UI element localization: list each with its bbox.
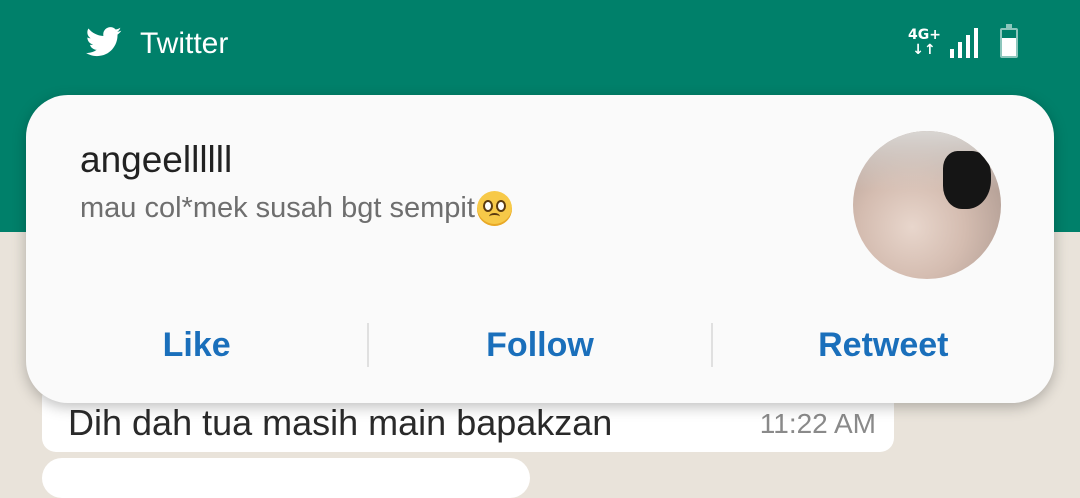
network-type: 4G+ xyxy=(908,27,941,43)
signal-icon xyxy=(950,26,978,58)
emoji-eye xyxy=(482,200,493,212)
signal-bar xyxy=(958,42,962,58)
profile-avatar[interactable] xyxy=(853,131,1001,279)
signal-bar xyxy=(974,28,978,58)
pleading-face-icon xyxy=(476,191,512,226)
notification-message: mau col*mek susah bgt sempit xyxy=(80,191,512,226)
notification-sender: angeellllll xyxy=(80,139,233,180)
retweet-button[interactable]: Retweet xyxy=(713,326,1054,365)
app-indicator: Twitter xyxy=(85,24,229,64)
notification-actions: Like Follow Retweet xyxy=(26,317,1054,373)
follow-button[interactable]: Follow xyxy=(369,326,710,365)
battery-icon xyxy=(1000,24,1018,58)
emoji-mouth xyxy=(488,213,500,220)
twitter-bird-icon xyxy=(85,26,122,62)
emoji-eye xyxy=(495,200,506,212)
signal-bar xyxy=(966,35,970,58)
system-indicators: 4G+ ↓↑ xyxy=(908,24,1018,58)
chat-message[interactable] xyxy=(42,458,530,498)
notification-message-text: mau col*mek susah bgt sempit xyxy=(80,192,475,224)
battery-cap xyxy=(1006,24,1012,28)
network-indicator: 4G+ ↓↑ xyxy=(908,27,941,58)
data-arrows-icon: ↓↑ xyxy=(912,42,936,58)
like-button[interactable]: Like xyxy=(26,326,367,365)
chat-message-text: Dih dah tua masih main bapakzan xyxy=(68,402,613,443)
app-name: Twitter xyxy=(140,27,229,60)
chat-message-time: 11:22 AM xyxy=(759,408,876,439)
signal-bar xyxy=(950,49,954,58)
battery-fill xyxy=(1002,37,1016,56)
avatar-shadow xyxy=(943,151,991,209)
notification-card[interactable]: angeellllll mau col*mek susah bgt sempit… xyxy=(26,95,1054,403)
